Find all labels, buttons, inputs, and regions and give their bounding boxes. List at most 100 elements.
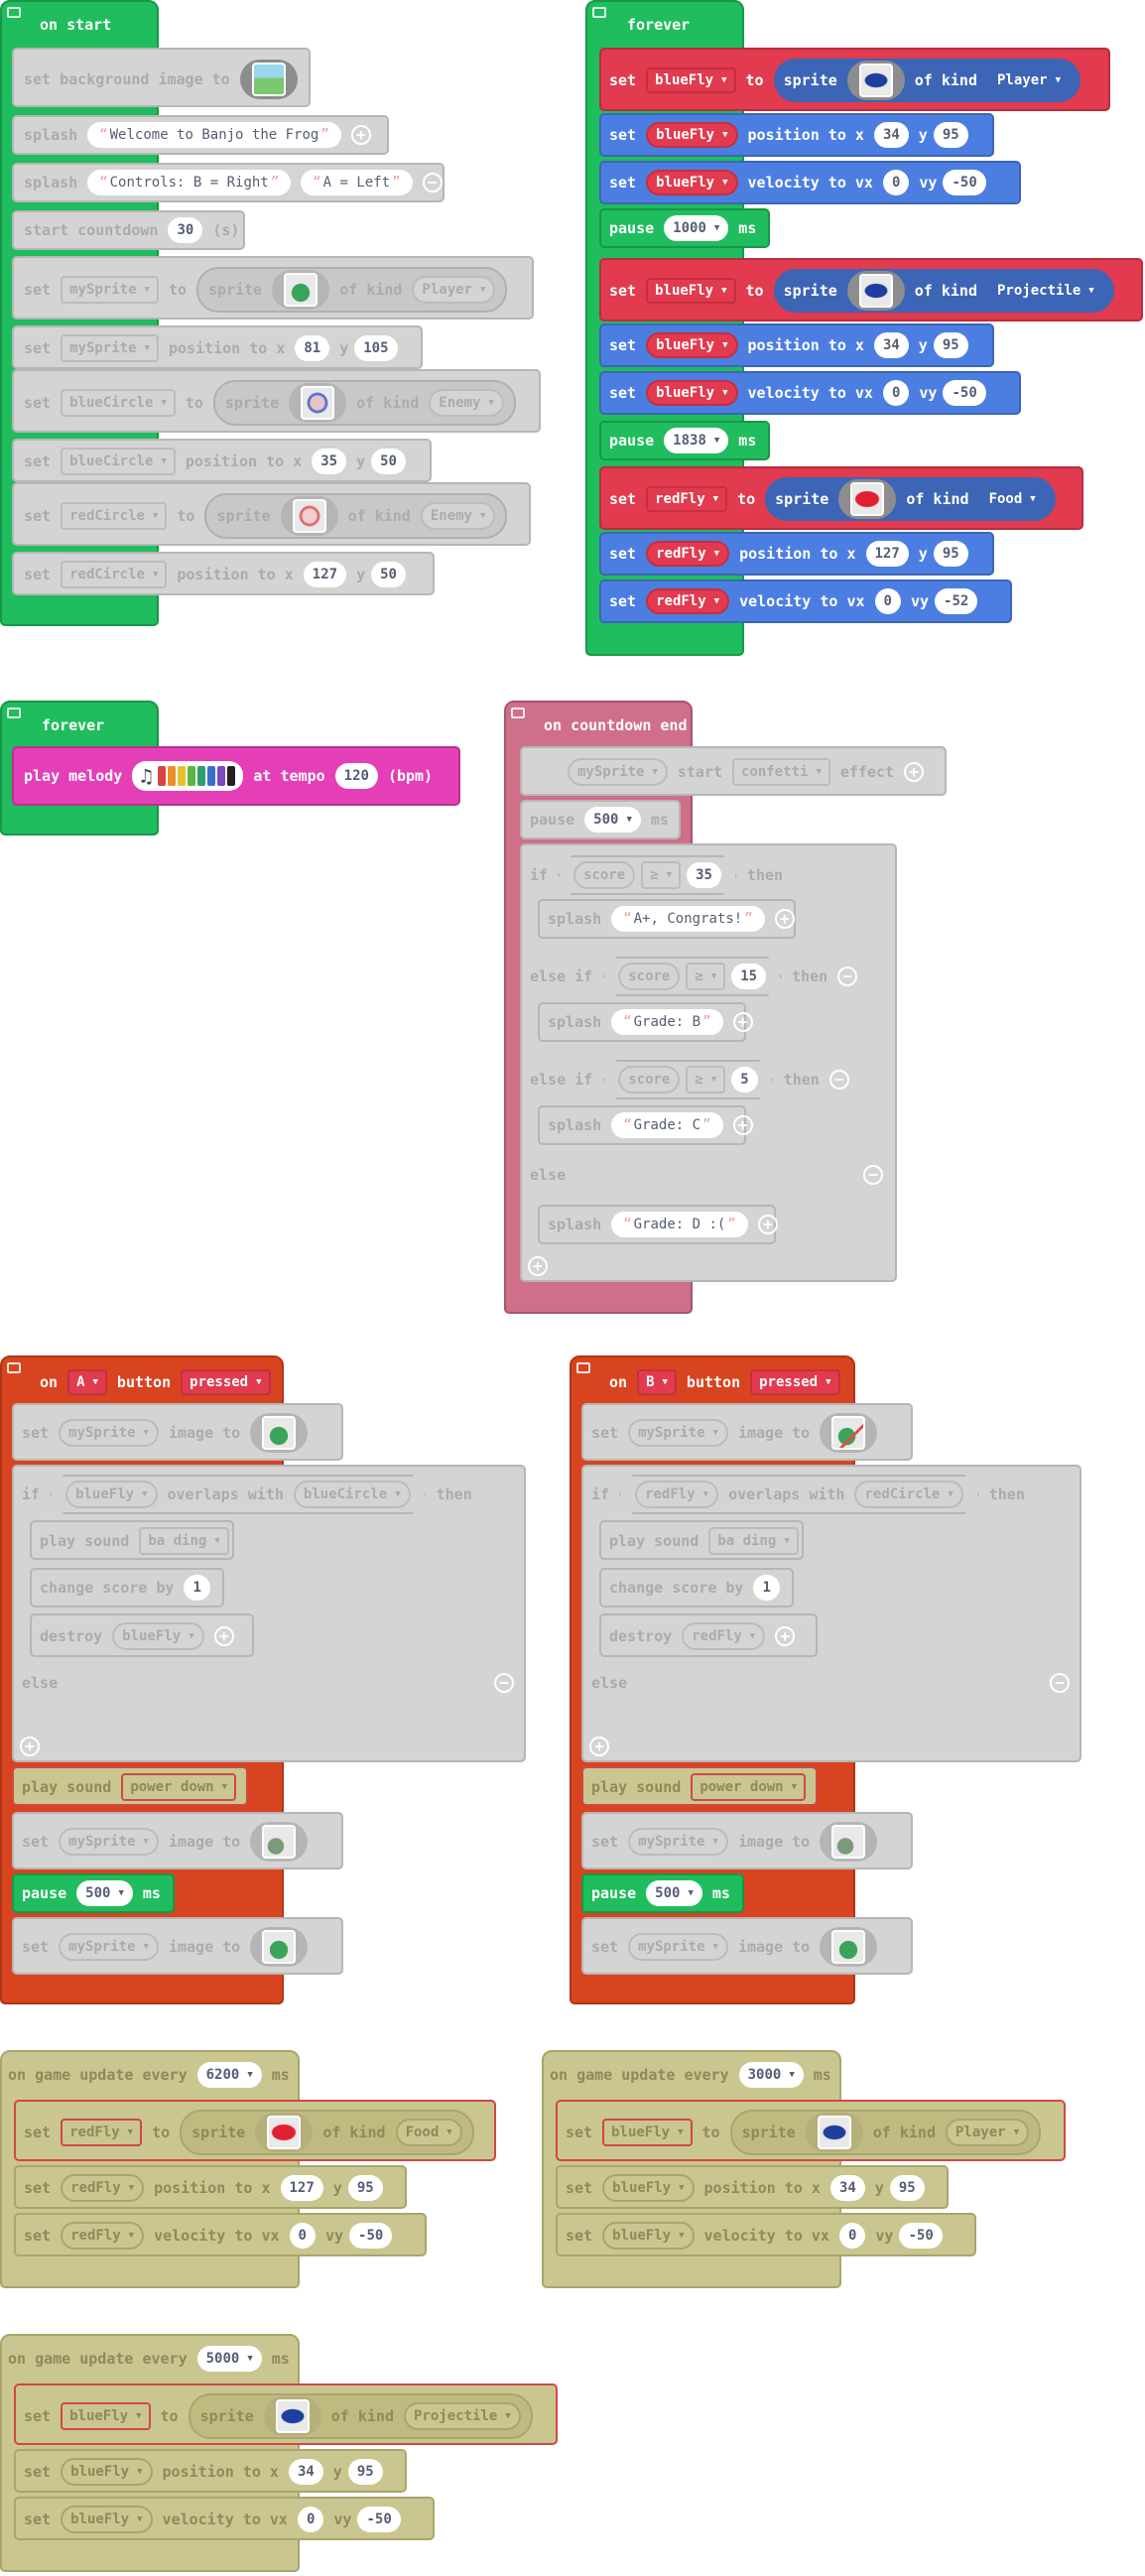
splash-text-field[interactable]: Controls: B = Right — [87, 170, 292, 195]
x-value[interactable]: 127 — [303, 562, 347, 587]
remove-arg-icon[interactable]: − — [422, 173, 443, 193]
variable-dropdown[interactable]: blueCircle — [61, 448, 176, 475]
remove-branch-icon[interactable]: − — [1050, 1673, 1071, 1693]
add-arg-icon[interactable]: + — [757, 1215, 778, 1234]
play-sound-block[interactable]: play sound power down — [581, 1766, 818, 1806]
y-value[interactable]: 95 — [933, 541, 968, 567]
kind-dropdown[interactable]: Enemy — [429, 389, 504, 417]
pause-block[interactable]: pause 1838 ms — [599, 421, 770, 460]
variable-dropdown[interactable]: blueCircle — [61, 389, 176, 417]
variable-dropdown[interactable]: redCircle — [854, 1481, 962, 1508]
y-value[interactable]: 95 — [933, 122, 968, 148]
interval-dropdown[interactable]: 6200 — [196, 2062, 262, 2088]
set-sprite-block[interactable]: set redFly to sprite of kind Food — [599, 466, 1083, 530]
score-reporter[interactable]: score — [618, 963, 680, 990]
sprite-of-kind-block[interactable]: sprite of kind Projectile — [188, 2393, 533, 2439]
overlaps-block[interactable]: redFly overlaps with redCircle — [619, 1475, 979, 1514]
splash-block[interactable]: splash Grade: D :( + — [538, 1205, 778, 1244]
compare-block[interactable]: score ≥ 15 — [602, 957, 782, 996]
sprite-of-kind-block[interactable]: sprite of kind Food — [180, 2110, 474, 2155]
sprite-of-kind-block[interactable]: sprite of kind Enemy — [204, 493, 508, 539]
variable-dropdown[interactable]: blueFly — [602, 2174, 695, 2202]
variable-dropdown[interactable]: redFly — [61, 2119, 143, 2146]
vy-value[interactable]: -50 — [943, 170, 986, 195]
add-arg-icon[interactable]: + — [350, 125, 371, 145]
y-value[interactable]: 50 — [371, 449, 406, 474]
x-value[interactable]: 34 — [873, 122, 909, 148]
start-countdown-block[interactable]: start countdown 30 (s) — [12, 210, 245, 250]
add-arg-icon[interactable]: + — [732, 1115, 753, 1135]
operator-dropdown[interactable]: ≥ — [686, 963, 725, 990]
sprite-of-kind-block[interactable]: sprite of kind Enemy — [212, 380, 516, 426]
set-image-block[interactable]: set mySprite image to — [12, 1403, 343, 1461]
variable-dropdown[interactable]: blueFly — [646, 278, 736, 304]
comment-icon[interactable] — [576, 1362, 590, 1373]
set-velocity-block[interactable]: set blueFly velocity to vx 0 vy -50 — [556, 2213, 976, 2256]
variable-dropdown[interactable]: mySprite — [61, 334, 159, 362]
sprite-of-kind-block[interactable]: sprite of kind Food — [765, 477, 1056, 521]
vy-value[interactable]: -52 — [935, 588, 978, 614]
variable-dropdown[interactable]: mySprite — [628, 1828, 728, 1856]
tempo-value[interactable]: 120 — [334, 763, 378, 789]
splash-text-field[interactable]: Grade: B — [611, 1009, 723, 1035]
sprite-image-picker[interactable] — [255, 2113, 314, 2152]
variable-dropdown[interactable]: blueFly — [602, 2222, 695, 2250]
variable-dropdown[interactable]: redFly — [646, 588, 730, 614]
set-background-block[interactable]: set background image to — [12, 48, 311, 107]
set-position-block[interactable]: set blueFly position to x 34 y 95 — [556, 2165, 949, 2209]
sound-dropdown[interactable]: ba ding — [139, 1527, 229, 1555]
vy-value[interactable]: -50 — [899, 2223, 943, 2249]
set-sprite-block[interactable]: set redCircle to sprite of kind Enemy — [12, 482, 531, 546]
set-image-block[interactable]: set mySprite image to — [581, 1917, 913, 1975]
sound-dropdown[interactable]: power down — [691, 1773, 807, 1801]
variable-dropdown[interactable]: blueFly — [646, 67, 736, 93]
kind-dropdown[interactable]: Projectile — [404, 2402, 521, 2430]
overlaps-block[interactable]: blueFly overlaps with blueCircle — [50, 1475, 427, 1514]
sprite-image-picker[interactable] — [846, 271, 905, 311]
pause-duration-dropdown[interactable]: 500 — [76, 1880, 133, 1906]
operator-dropdown[interactable]: ≥ — [686, 1066, 725, 1094]
change-score-block[interactable]: change score by 1 — [599, 1568, 794, 1608]
comment-icon[interactable] — [7, 1362, 21, 1373]
compare-value[interactable]: 5 — [731, 1067, 757, 1093]
variable-dropdown[interactable]: blueFly — [61, 2458, 153, 2486]
y-value[interactable]: 95 — [933, 332, 968, 358]
set-position-block[interactable]: set redFly position to x 127 y 95 — [599, 532, 994, 576]
pause-block[interactable]: pause 500 ms — [520, 800, 681, 839]
compare-block[interactable]: score ≥ 5 — [602, 1060, 773, 1099]
interval-dropdown[interactable]: 5000 — [196, 2346, 262, 2372]
kind-dropdown[interactable]: Player — [946, 2119, 1029, 2146]
x-value[interactable]: 35 — [312, 449, 347, 474]
vx-value[interactable]: 0 — [297, 2507, 324, 2532]
set-sprite-block[interactable]: set mySprite to sprite of kind Player — [12, 256, 534, 320]
splash-block[interactable]: splash Grade: C + — [538, 1105, 753, 1145]
variable-dropdown[interactable]: blueFly — [646, 332, 738, 358]
add-branch-icon[interactable]: + — [589, 1737, 609, 1756]
add-branch-icon[interactable]: + — [528, 1256, 548, 1276]
variable-dropdown[interactable]: redFly — [682, 1622, 766, 1650]
play-melody-block[interactable]: play melody ♫ at tempo 120 (bpm) — [12, 746, 460, 806]
start-effect-block[interactable]: mySprite start confetti effect + — [520, 746, 947, 796]
pause-duration-dropdown[interactable]: 500 — [584, 807, 641, 833]
interval-dropdown[interactable]: 3000 — [738, 2062, 804, 2088]
set-image-block[interactable]: set mySprite image to — [581, 1403, 913, 1461]
compare-block[interactable]: score ≥ 35 — [558, 855, 737, 895]
pause-block[interactable]: pause 1000 ms — [599, 208, 770, 248]
variable-dropdown[interactable]: blueFly — [61, 2402, 151, 2430]
operator-dropdown[interactable]: ≥ — [641, 861, 681, 889]
vx-value[interactable]: 0 — [838, 2223, 866, 2249]
x-value[interactable]: 127 — [865, 541, 909, 567]
remove-branch-icon[interactable]: − — [494, 1673, 515, 1693]
splash-text-field[interactable]: Grade: C — [611, 1112, 723, 1138]
image-picker[interactable] — [250, 1413, 309, 1453]
score-reporter[interactable]: score — [573, 861, 635, 889]
vy-value[interactable]: -50 — [943, 380, 986, 406]
splash-block[interactable]: splash Grade: B + — [538, 1002, 753, 1042]
set-position-block[interactable]: set blueFly position to x 34 y 95 — [599, 113, 994, 157]
splash-block[interactable]: splash A+, Congrats! + — [538, 899, 796, 939]
splash-block[interactable]: splash Welcome to Banjo the Frog + — [12, 115, 389, 155]
variable-dropdown[interactable]: blueFly — [602, 2119, 693, 2146]
remove-branch-icon[interactable]: − — [828, 1070, 849, 1090]
set-position-block[interactable]: set blueFly position to x 34 y 95 — [599, 323, 994, 367]
variable-dropdown[interactable]: redFly — [635, 1481, 718, 1508]
